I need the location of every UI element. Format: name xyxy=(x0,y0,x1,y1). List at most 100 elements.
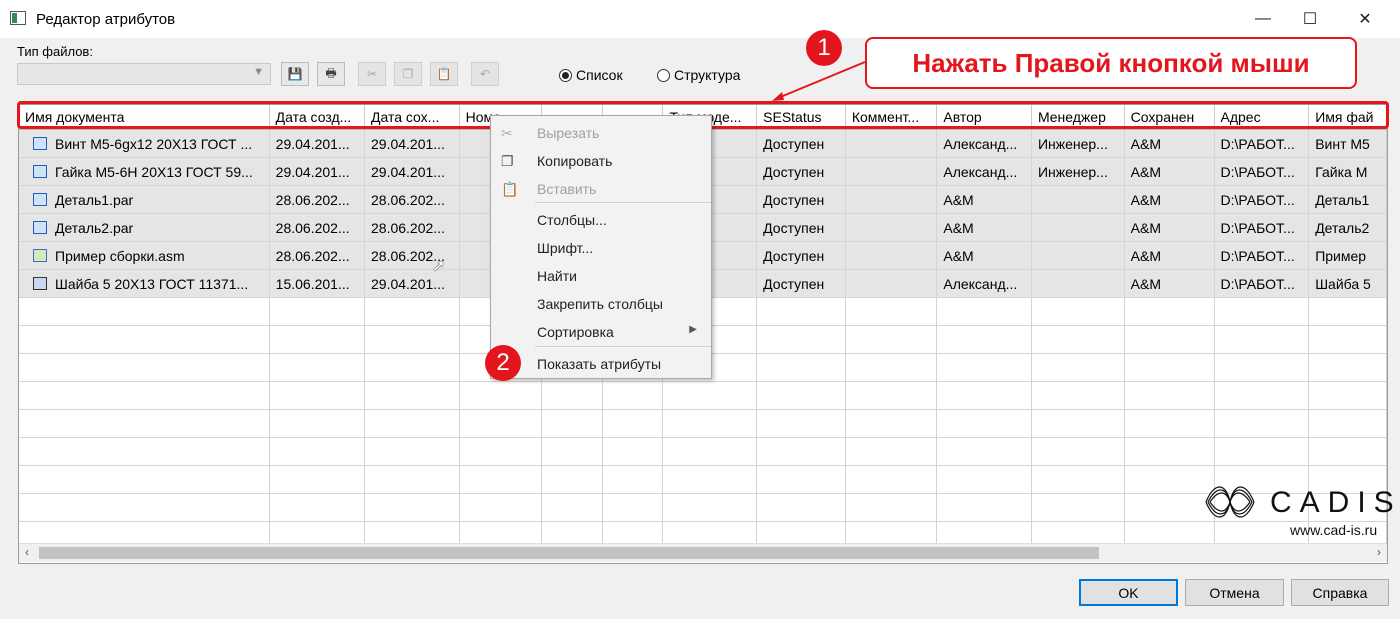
cadis-logo-mark xyxy=(1205,486,1255,518)
table-cell-name: Гайка М5-6Н 20Х13 ГОСТ 59... xyxy=(19,157,270,186)
table-cell: 29.04.201... xyxy=(364,157,460,186)
minimize-button[interactable]: — xyxy=(1240,4,1286,34)
print-button[interactable]: 🖶 xyxy=(317,62,345,86)
table-cell xyxy=(459,493,542,522)
table-cell: Александ... xyxy=(936,129,1032,158)
table-cell: 28.06.202... xyxy=(269,213,366,242)
table-cell: D:\РАБОТ... xyxy=(1214,129,1310,158)
cut-button[interactable]: ✂ xyxy=(358,62,386,86)
table-cell xyxy=(602,381,664,410)
menu-separator xyxy=(535,346,711,347)
table-cell xyxy=(936,409,1032,438)
column-header[interactable]: Менеджер xyxy=(1031,105,1125,130)
table-cell: A&M xyxy=(1124,213,1215,242)
column-header[interactable]: SEStatus xyxy=(756,105,846,130)
maximize-button[interactable]: ☐ xyxy=(1287,4,1333,34)
table-cell: Винт М5 xyxy=(1308,129,1387,158)
column-header[interactable]: Автор xyxy=(936,105,1032,130)
column-header[interactable]: Дата сох... xyxy=(364,105,460,130)
table-cell xyxy=(1031,185,1125,214)
table-cell: Александ... xyxy=(936,269,1032,298)
menu-item[interactable]: Шрифт... xyxy=(491,235,711,261)
table-cell: A&M xyxy=(1124,157,1215,186)
filetype-select[interactable]: ▼ xyxy=(17,63,271,85)
table-cell xyxy=(662,465,758,494)
table-cell xyxy=(936,297,1032,326)
table-cell: 28.06.202... xyxy=(269,241,366,270)
save-button[interactable]: 💾 xyxy=(281,62,309,86)
close-button[interactable]: ✕ xyxy=(1342,4,1388,34)
cancel-button[interactable]: Отмена xyxy=(1185,579,1284,606)
table-cell xyxy=(1031,465,1125,494)
table-cell xyxy=(662,493,758,522)
menu-separator xyxy=(535,202,711,203)
table-cell: A&M xyxy=(1124,129,1215,158)
menu-item-label: Вставить xyxy=(537,181,597,197)
menu-item[interactable]: ✂ Вырезать xyxy=(491,120,711,146)
menu-item[interactable]: Столбцы... xyxy=(491,207,711,233)
table-cell xyxy=(845,213,938,242)
paste-icon: 📋 xyxy=(436,67,452,81)
table-cell xyxy=(1031,241,1125,270)
menu-item[interactable]: Найти xyxy=(491,263,711,289)
paste-icon: 📋 xyxy=(501,181,519,197)
column-header[interactable]: Имя фай xyxy=(1308,105,1387,130)
table-cell xyxy=(1124,297,1215,326)
column-header[interactable]: Коммент... xyxy=(845,105,938,130)
table-cell xyxy=(602,437,664,466)
column-header[interactable]: Сохранен xyxy=(1124,105,1215,130)
column-header[interactable]: Имя документа xyxy=(19,105,270,130)
table-cell xyxy=(602,465,664,494)
table-cell xyxy=(364,381,460,410)
undo-button[interactable]: ↶ xyxy=(471,62,499,86)
cut-icon: ✂ xyxy=(501,125,513,141)
help-button[interactable]: Справка xyxy=(1291,579,1389,606)
menu-item[interactable]: Показать атрибуты xyxy=(491,351,711,377)
table-cell xyxy=(1124,437,1215,466)
ok-button[interactable]: OK xyxy=(1079,579,1178,606)
paste-button[interactable]: 📋 xyxy=(430,62,458,86)
horizontal-scrollbar[interactable]: ‹ › xyxy=(19,543,1387,562)
table-cell: Инженер... xyxy=(1031,129,1125,158)
menu-item[interactable]: ❐ Копировать xyxy=(491,148,711,174)
part-file-icon xyxy=(33,193,47,206)
structure-view-radio[interactable]: Структура xyxy=(657,67,740,83)
column-header[interactable]: Дата созд... xyxy=(269,105,366,130)
scroll-left-icon[interactable]: ‹ xyxy=(25,545,29,559)
assembly-file-icon xyxy=(33,249,47,262)
menu-item[interactable]: Сортировка ▶ xyxy=(491,319,711,345)
column-header[interactable]: Адрес xyxy=(1214,105,1310,130)
menu-item[interactable]: Закрепить столбцы xyxy=(491,291,711,317)
list-view-radio[interactable]: Список xyxy=(559,67,623,83)
table-cell xyxy=(19,493,270,522)
callout-step-1: 1 xyxy=(806,30,842,66)
table-cell: A&M xyxy=(1124,269,1215,298)
document-name: Пример сборки.asm xyxy=(55,247,185,264)
table-cell-name: Винт М5-6gx12 20Х13 ГОСТ ... xyxy=(19,129,270,158)
table-cell xyxy=(269,437,366,466)
list-view-label: Список xyxy=(576,67,623,83)
callout-step-2: 2 xyxy=(485,345,521,381)
table-cell xyxy=(845,297,938,326)
table-cell xyxy=(19,437,270,466)
menu-item[interactable]: 📋 Вставить xyxy=(491,176,711,202)
table-cell xyxy=(662,381,758,410)
copy-button[interactable]: ❐ xyxy=(394,62,422,86)
table-cell xyxy=(602,493,664,522)
table-cell: A&M xyxy=(936,241,1032,270)
table-cell xyxy=(1031,409,1125,438)
table-cell xyxy=(756,493,846,522)
table-cell xyxy=(1214,353,1310,382)
menu-item-label: Сортировка xyxy=(537,324,614,340)
table-cell xyxy=(1308,409,1387,438)
table-cell xyxy=(1031,325,1125,354)
scroll-right-icon[interactable]: › xyxy=(1377,545,1381,559)
scrollbar-thumb[interactable] xyxy=(39,547,1099,559)
table-cell xyxy=(936,325,1032,354)
save-icon: 💾 xyxy=(287,67,303,81)
table-cell xyxy=(1214,437,1310,466)
table-cell: Доступен xyxy=(756,269,846,298)
table-cell xyxy=(1308,381,1387,410)
logo-url: www.cad-is.ru xyxy=(1290,522,1378,538)
table-cell-name: Деталь2.par xyxy=(19,213,270,242)
